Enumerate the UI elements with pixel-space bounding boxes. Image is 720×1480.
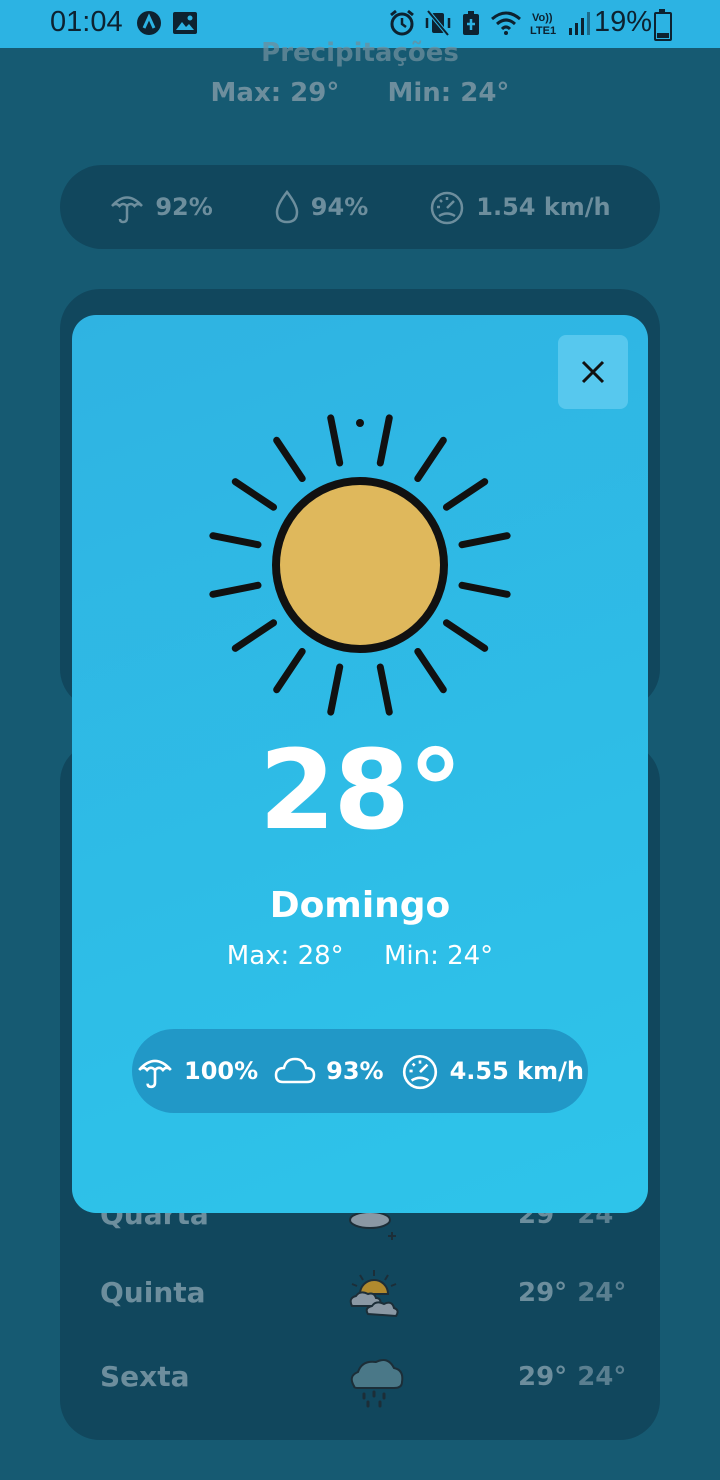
cloud-icon — [274, 1057, 316, 1084]
sun-ray — [231, 478, 278, 511]
sun-ray — [414, 647, 447, 694]
clouds-value: 93% — [326, 1057, 384, 1085]
forecast-row[interactable]: Quinta 29° 24° — [100, 1266, 626, 1326]
forecast-temps: 29° 24° — [518, 1278, 626, 1308]
forecast-temps: 29° 24° — [518, 1362, 626, 1392]
sun-ray — [209, 581, 262, 598]
status-time: 01:04 — [50, 6, 123, 38]
temperature-value: 28° — [258, 726, 463, 854]
sun-ray — [458, 532, 511, 549]
forecast-row[interactable]: Sexta 29° 24° — [100, 1350, 626, 1410]
sun-ray — [273, 647, 306, 694]
app-notification-icon — [137, 11, 161, 35]
svg-text:Vo)): Vo)) — [532, 12, 553, 24]
background-max: Max: 29° — [210, 78, 340, 108]
rain-value: 100% — [184, 1057, 259, 1085]
speedometer-icon — [431, 191, 464, 225]
forecast-day: Quinta — [100, 1276, 206, 1309]
background-humidity-stat: 94% — [273, 189, 368, 225]
day-name: Domingo — [269, 885, 451, 926]
sun-ray — [376, 414, 393, 467]
background-humidity-value: 94% — [310, 193, 369, 221]
volte-icon: Vo))LTE1 — [530, 12, 556, 37]
battery-icon — [654, 9, 672, 41]
forecast-day: Sexta — [100, 1360, 190, 1393]
min-temp: Min: 24° — [383, 941, 494, 971]
alarm-icon — [390, 9, 414, 36]
clouds-stat: 93% — [274, 1055, 384, 1087]
battery-percentage: 19% — [594, 6, 653, 38]
modal-stats-bar: 100% 93% 4.55 km/h — [132, 1029, 588, 1113]
max-min-temps: Max: 28° Min: 24° — [72, 941, 648, 971]
background-stats-bar: 92% 94% 1.54 km/h — [60, 165, 660, 249]
sun-ray — [327, 414, 344, 467]
image-notification-icon — [173, 12, 197, 34]
mute-vibrate-icon — [425, 9, 451, 37]
rain-stat: 100% — [136, 1052, 258, 1090]
forecast-min: 24° — [577, 1362, 627, 1392]
background-wind-value: 1.54 km/h — [476, 193, 611, 221]
background-rain-stat: 92% — [109, 189, 213, 225]
background-min: Min: 24° — [387, 78, 510, 108]
forecast-max: 29° — [518, 1362, 568, 1392]
sun-ray — [442, 619, 489, 652]
precipitation-title: Precipitações — [261, 38, 459, 68]
sun-ray — [209, 532, 262, 549]
close-button[interactable] — [558, 335, 628, 409]
umbrella-icon — [111, 196, 144, 224]
max-temp: Max: 28° — [226, 941, 344, 971]
wifi-icon — [491, 11, 521, 35]
sun-ray — [414, 436, 447, 483]
wind-stat: 4.55 km/h — [400, 1052, 584, 1090]
water-drop-icon — [275, 189, 299, 224]
sun-ray — [327, 663, 344, 716]
rain-cloud-icon — [350, 1359, 404, 1408]
forecast-min: 24° — [577, 1278, 627, 1308]
sun-ray — [376, 663, 393, 716]
speedometer-icon — [402, 1054, 437, 1090]
sun-icon — [209, 414, 511, 716]
battery-saver-icon — [463, 11, 479, 35]
sun-ray — [273, 436, 306, 483]
partly-cloudy-icon — [349, 1270, 399, 1318]
forecast-max: 29° — [518, 1278, 568, 1308]
svg-text:LTE1: LTE1 — [530, 25, 556, 37]
background-wind-stat: 1.54 km/h — [428, 189, 611, 225]
sun-ray — [458, 581, 511, 598]
umbrella-icon — [138, 1059, 172, 1089]
background-max-min: Max: 29° Min: 24° — [0, 78, 720, 108]
sun-ray — [442, 478, 489, 511]
sun-ray — [231, 619, 278, 652]
signal-icon — [569, 12, 590, 35]
close-icon — [581, 360, 605, 384]
background-rain-value: 92% — [155, 193, 213, 221]
day-detail-modal: 28° Domingo Max: 28° Min: 24° 100% 93% 4… — [72, 315, 648, 1213]
wind-value: 4.55 km/h — [449, 1057, 584, 1085]
